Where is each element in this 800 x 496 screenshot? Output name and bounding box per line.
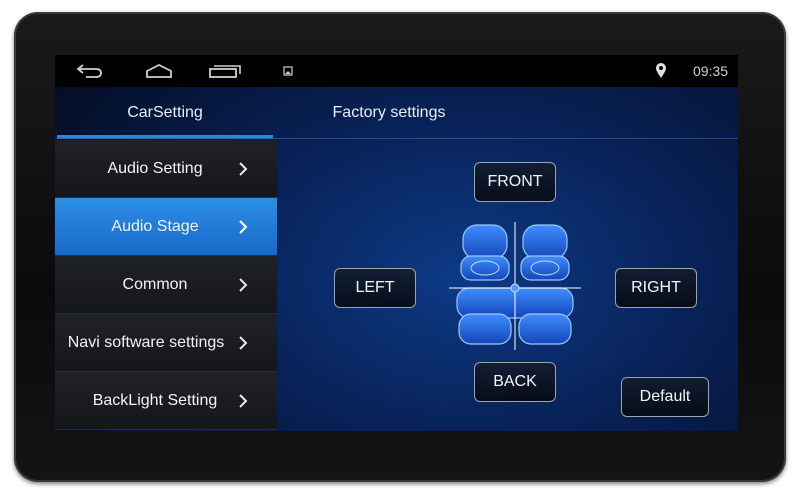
left-button[interactable]: LEFT	[334, 268, 416, 308]
chevron-right-icon	[239, 394, 248, 408]
menu-item-audio-stage[interactable]: Audio Stage	[55, 198, 277, 256]
settings-menu: Audio Setting Audio Stage Common Navi so…	[55, 140, 277, 431]
menu-item-backlight-setting[interactable]: BackLight Setting	[55, 372, 277, 430]
tab-factory-settings[interactable]: Factory settings	[275, 87, 503, 135]
front-button[interactable]: FRONT	[474, 162, 556, 202]
tab-carsetting[interactable]: CarSetting	[57, 87, 273, 139]
seat-layout-diagram[interactable]	[449, 222, 581, 350]
status-clock: 09:35	[692, 63, 728, 79]
default-button[interactable]: Default	[621, 377, 709, 417]
chevron-right-icon	[239, 220, 248, 234]
seat-front-left-icon	[460, 224, 510, 281]
chevron-right-icon	[239, 278, 248, 292]
chevron-right-icon	[239, 162, 248, 176]
tab-divider	[55, 138, 738, 139]
right-button[interactable]: RIGHT	[615, 268, 697, 308]
location-pin-icon	[655, 61, 667, 81]
home-icon[interactable]	[143, 61, 175, 81]
menu-item-label: Common	[122, 276, 188, 293]
sound-position-marker	[510, 283, 520, 293]
status-bar: 09:35	[55, 55, 738, 87]
menu-item-navi-software-settings[interactable]: Navi software settings	[55, 314, 277, 372]
back-arrow-icon[interactable]	[75, 61, 105, 81]
menu-item-audio-setting[interactable]: Audio Setting	[55, 140, 277, 198]
audio-stage-panel: FRONT LEFT RIGHT BACK Default	[277, 140, 738, 431]
recent-apps-icon[interactable]	[207, 61, 243, 81]
menu-item-label: Audio Stage	[111, 218, 199, 235]
menu-item-label: BackLight Setting	[92, 392, 218, 409]
screen: 09:35 CarSetting Factory settings Audio …	[55, 55, 738, 431]
menu-item-label: Audio Setting	[107, 160, 203, 177]
chevron-right-icon	[239, 336, 248, 350]
back-button[interactable]: BACK	[474, 362, 556, 402]
image-notification-icon	[282, 61, 294, 81]
tab-bar: CarSetting Factory settings	[55, 87, 738, 139]
car-settings-app: CarSetting Factory settings Audio Settin…	[55, 87, 738, 431]
menu-item-common[interactable]: Common	[55, 256, 277, 314]
menu-item-label: Navi software settings	[67, 334, 225, 351]
seat-front-right-icon	[520, 224, 570, 281]
